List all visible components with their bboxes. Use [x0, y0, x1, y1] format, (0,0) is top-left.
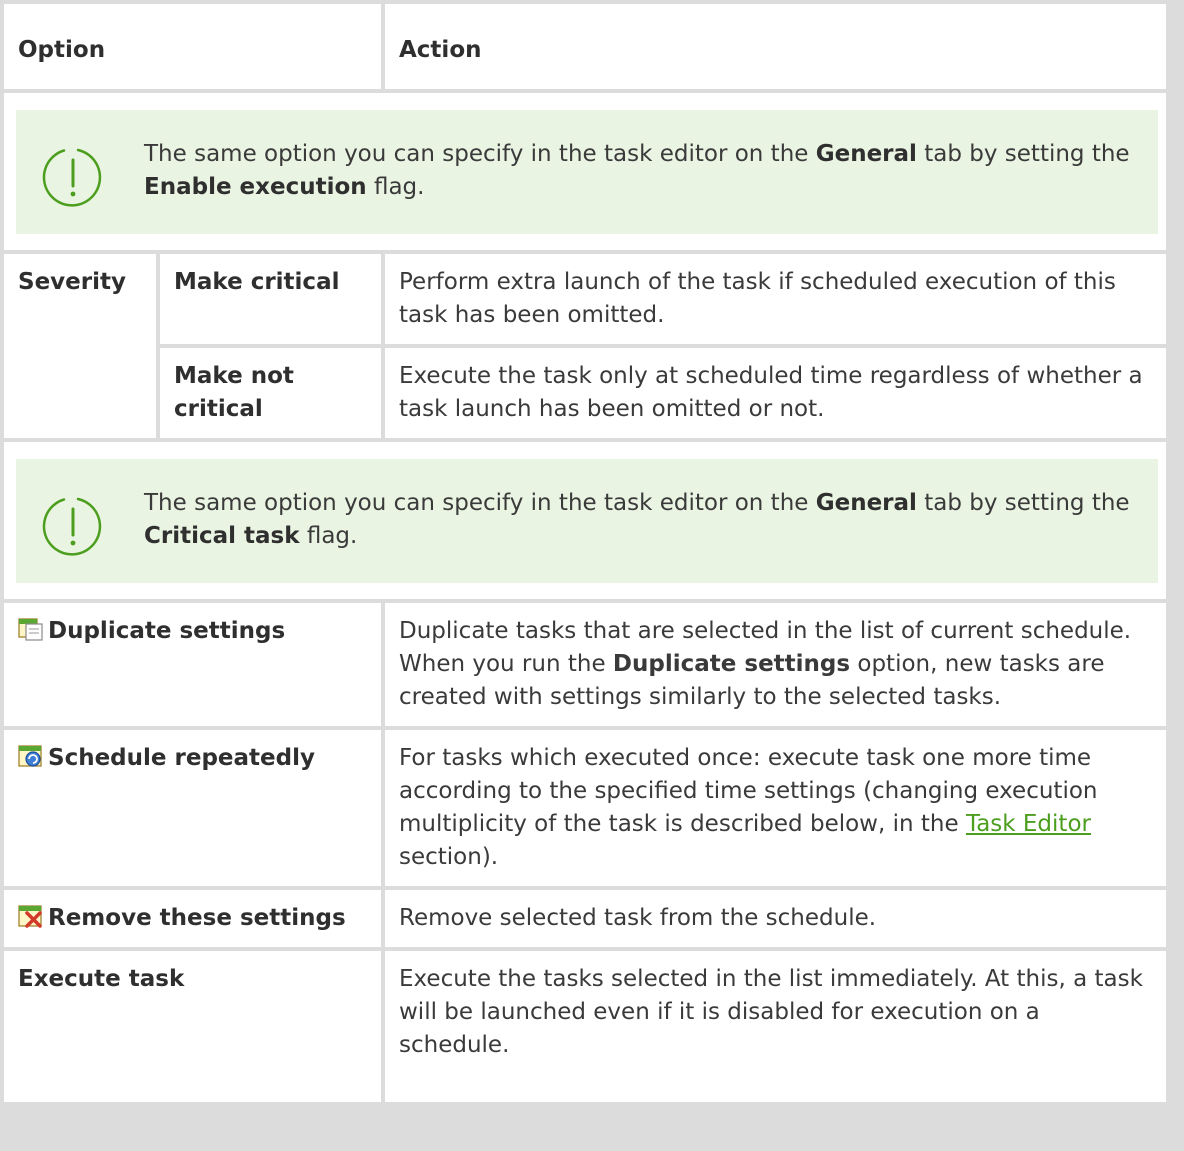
make-critical-label: Make critical — [160, 254, 381, 344]
task-editor-link[interactable]: Task Editor — [966, 811, 1091, 837]
note-text: The same option you can specify in the t… — [144, 141, 1130, 200]
execute-task-option: Execute task — [4, 951, 381, 1102]
severity-label: Severity — [4, 254, 156, 438]
remove-settings-desc: Remove selected task from the schedule. — [385, 890, 1166, 947]
make-not-critical-label: Make not critical — [160, 348, 381, 438]
exclamation-icon — [42, 148, 102, 207]
calendar-remove-icon — [18, 904, 42, 928]
duplicate-settings-option: Duplicate settings — [4, 603, 381, 726]
note-critical-task: The same option you can specify in the t… — [4, 442, 1166, 599]
note-enable-execution: The same option you can specify in the t… — [4, 93, 1166, 250]
header-action: Action — [385, 4, 1166, 89]
schedule-repeatedly-desc: For tasks which executed once: execute t… — [385, 730, 1166, 886]
remove-settings-option: Remove these settings — [4, 890, 381, 947]
make-critical-desc: Perform extra launch of the task if sche… — [385, 254, 1166, 344]
calendar-repeat-icon — [18, 744, 42, 767]
header-option: Option — [4, 4, 381, 89]
execute-task-desc: Execute the tasks selected in the list i… — [385, 951, 1166, 1102]
calendar-copy-icon — [18, 617, 43, 641]
options-table: Option Action The same option you can sp… — [4, 4, 1182, 1102]
note-text: The same option you can specify in the t… — [144, 490, 1130, 549]
exclamation-icon — [42, 497, 102, 556]
duplicate-settings-desc: Duplicate tasks that are selected in the… — [385, 603, 1166, 726]
make-not-critical-desc: Execute the task only at scheduled time … — [385, 348, 1166, 438]
schedule-repeatedly-option: Schedule repeatedly — [4, 730, 381, 886]
